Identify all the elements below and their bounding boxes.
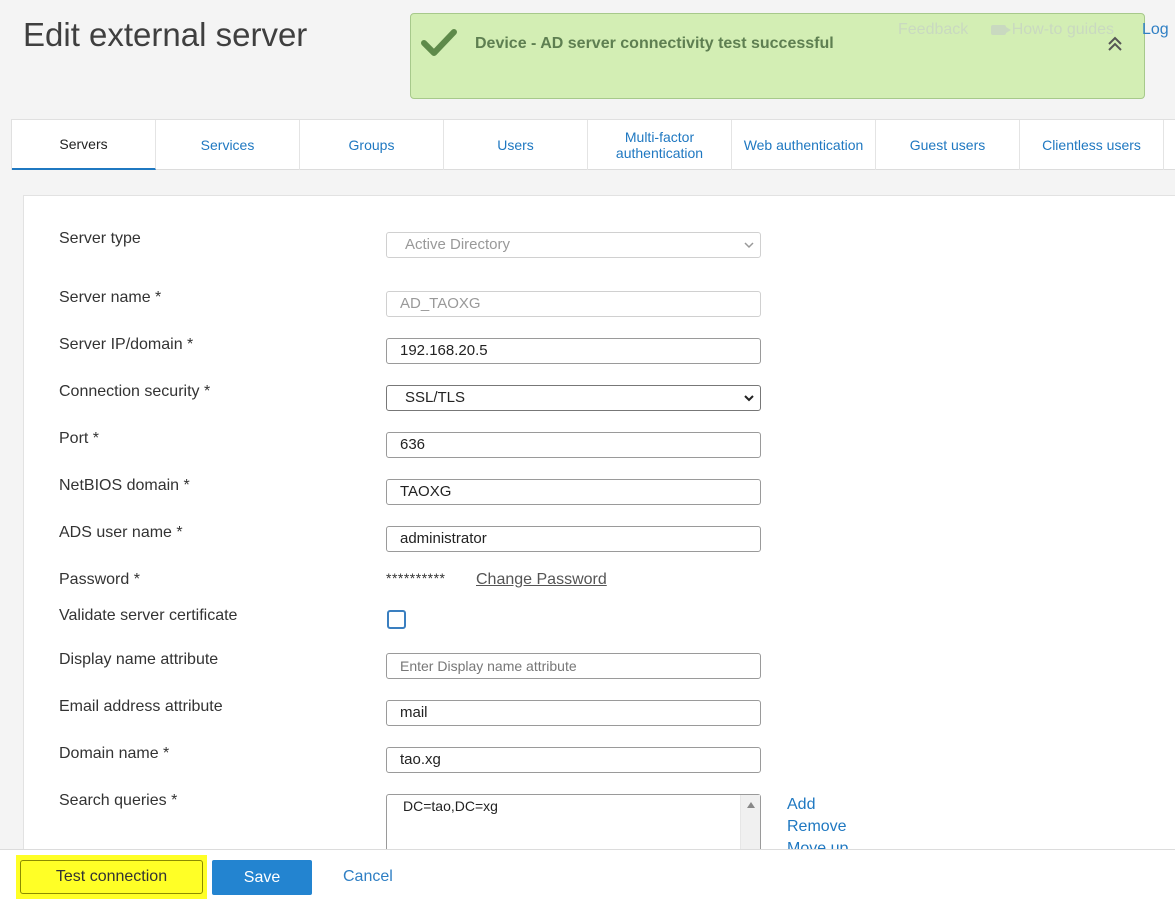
password-mask: ********** — [386, 570, 446, 586]
tab-services[interactable]: Services — [156, 120, 300, 170]
tab-guest-users[interactable]: Guest users — [876, 120, 1020, 170]
server-name-label: Server name * — [59, 289, 162, 306]
connection-security-value: SSL/TLS — [405, 389, 466, 406]
port-field[interactable]: 636 — [386, 432, 761, 458]
tab-bar: Servers Services Groups Users Multi-fact… — [11, 119, 1175, 170]
server-type-value: Active Directory — [405, 236, 511, 253]
logout-link[interactable]: Log — [1142, 21, 1169, 39]
tab-multi-factor-authentication[interactable]: Multi-factor authentication — [588, 120, 732, 170]
tab-web-authentication[interactable]: Web authentication — [732, 120, 876, 170]
video-camera-icon — [990, 24, 1011, 35]
scrollbar[interactable] — [740, 795, 760, 853]
domain-name-field[interactable]: tao.xg — [386, 747, 761, 773]
ads-user-name-field[interactable]: administrator — [386, 526, 761, 552]
validate-certificate-checkbox[interactable] — [387, 610, 406, 629]
feedback-link[interactable]: Feedback — [898, 21, 968, 38]
server-type-select[interactable]: Active Directory — [386, 232, 761, 258]
tab-groups[interactable]: Groups — [300, 120, 444, 170]
netbios-domain-field[interactable]: TAOXG — [386, 479, 761, 505]
email-attribute-label: Email address attribute — [59, 698, 223, 715]
connection-security-label: Connection security * — [59, 383, 211, 400]
display-name-attribute-label: Display name attribute — [59, 651, 219, 668]
action-footer: Test connection Save Cancel — [0, 849, 1175, 901]
server-name-field: AD_TAOXG — [386, 291, 761, 317]
cancel-button[interactable]: Cancel — [343, 868, 393, 886]
notification-message: Device - AD server connectivity test suc… — [475, 35, 834, 52]
top-links: Feedback How-to guides Log — [898, 21, 1169, 39]
tab-clientless-users[interactable]: Clientless users — [1020, 120, 1164, 170]
tab-users[interactable]: Users — [444, 120, 588, 170]
save-button[interactable]: Save — [212, 860, 312, 895]
validate-certificate-label: Validate server certificate — [59, 607, 238, 624]
server-ip-field[interactable]: 192.168.20.5 — [386, 338, 761, 364]
server-ip-label: Server IP/domain * — [59, 336, 194, 353]
display-name-attribute-field[interactable]: Enter Display name attribute — [386, 653, 761, 679]
ads-user-name-label: ADS user name * — [59, 524, 183, 541]
check-icon — [421, 29, 457, 56]
test-connection-label: Test connection — [20, 860, 203, 894]
test-connection-button[interactable]: Test connection — [16, 855, 207, 899]
change-password-link[interactable]: Change Password — [476, 571, 607, 589]
search-queries-label: Search queries * — [59, 792, 178, 809]
connection-security-select[interactable]: SSL/TLS — [386, 385, 761, 411]
chevron-down-icon — [744, 242, 754, 249]
search-query-item[interactable]: DC=tao,DC=xg — [403, 798, 498, 814]
search-queries-list[interactable]: DC=tao,DC=xg — [386, 794, 761, 854]
chevron-down-icon — [744, 395, 754, 402]
server-form-panel: Server type Active Directory Server name… — [23, 195, 1175, 857]
email-attribute-field[interactable]: mail — [386, 700, 761, 726]
tab-servers[interactable]: Servers — [12, 120, 156, 170]
port-label: Port * — [59, 430, 100, 447]
server-type-label: Server type — [59, 230, 141, 247]
netbios-domain-label: NetBIOS domain * — [59, 477, 190, 494]
remove-query-link[interactable]: Remove — [787, 816, 848, 838]
page-title: Edit external server — [23, 16, 308, 53]
how-to-guides-link[interactable]: How-to guides — [1012, 21, 1114, 38]
domain-name-label: Domain name * — [59, 745, 170, 762]
password-label: Password * — [59, 571, 140, 588]
add-query-link[interactable]: Add — [787, 794, 848, 816]
